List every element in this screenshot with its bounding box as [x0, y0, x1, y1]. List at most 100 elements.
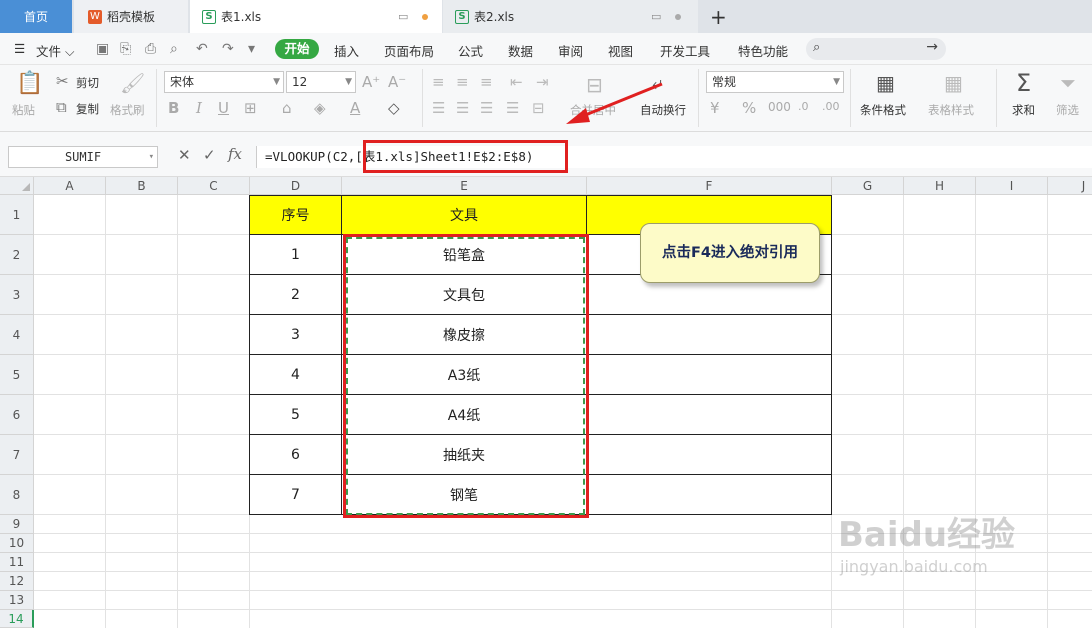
thousands-icon[interactable]: 000 [768, 100, 791, 114]
name-box[interactable]: SUMIF ▾ [8, 146, 158, 168]
increase-font-icon[interactable]: A⁺ [362, 73, 380, 91]
cell-f5[interactable] [587, 355, 832, 395]
clear-eraser-icon[interactable]: ◇ [388, 99, 400, 117]
row-header-6[interactable]: 6 [0, 395, 34, 435]
conditional-format-button[interactable]: 条件格式 [860, 102, 906, 118]
cell-f4[interactable] [587, 315, 832, 355]
row-header-3[interactable]: 3 [0, 275, 34, 315]
currency-icon[interactable]: ¥ [710, 99, 720, 117]
bold-icon[interactable]: B [168, 99, 179, 117]
hamburger-icon[interactable]: ☰ [14, 41, 25, 56]
column-header-d[interactable]: D [250, 177, 342, 195]
row-header-9[interactable]: 9 [0, 515, 34, 534]
close-dot-icon[interactable] [675, 14, 681, 20]
menu-review[interactable]: 审阅 [558, 41, 583, 60]
number-format-select[interactable]: 常规 ▼ [706, 71, 844, 93]
font-size-select[interactable]: 12 ▼ [286, 71, 356, 93]
window-icon[interactable]: ▭ [398, 10, 408, 23]
sum-sigma-icon[interactable]: Σ [1016, 69, 1031, 97]
table-style-icon[interactable]: ▦ [944, 71, 963, 95]
row-header-10[interactable]: 10 [0, 534, 34, 553]
row-header-14[interactable]: 14 [0, 610, 34, 628]
sum-button[interactable]: 求和 [1012, 102, 1035, 118]
quick-access-dropdown-icon[interactable]: ▾ [248, 41, 255, 57]
menu-insert[interactable]: 插入 [334, 41, 359, 60]
conditional-format-icon[interactable]: ▦ [876, 71, 895, 95]
print-icon[interactable]: ⎙ [145, 41, 156, 57]
align-bottom-icon[interactable]: ≡ [480, 73, 493, 91]
menu-formulas[interactable]: 公式 [458, 41, 483, 60]
tab-sheet2-file[interactable]: S 表2.xls ▭ [443, 0, 698, 33]
paste-button[interactable]: 粘贴 [12, 102, 35, 118]
save-icon[interactable]: ▣ [96, 41, 109, 57]
align-right-icon[interactable]: ☰ [480, 99, 493, 117]
confirm-check-icon[interactable]: ✓ [203, 146, 216, 164]
filter-button[interactable]: 筛选 [1056, 102, 1079, 118]
export-icon[interactable]: ⎘ [120, 41, 131, 57]
italic-icon[interactable]: I [196, 99, 202, 117]
cell-d6[interactable]: 5 [249, 395, 342, 435]
align-center-icon[interactable]: ☰ [456, 99, 469, 117]
align-top-icon[interactable]: ≡ [432, 73, 445, 91]
cut-button[interactable]: 剪切 [76, 75, 99, 91]
new-tab-plus-icon[interactable]: + [710, 5, 727, 29]
indent-decrease-icon[interactable]: ⇤ [510, 73, 523, 91]
column-header-b[interactable]: B [106, 177, 178, 195]
cell-d8[interactable]: 7 [249, 475, 342, 515]
align-left-icon[interactable]: ☰ [432, 99, 445, 117]
filter-funnel-icon[interactable]: ⏷ [1060, 71, 1076, 95]
cell-d4[interactable]: 3 [249, 315, 342, 355]
cell-d3[interactable]: 2 [249, 275, 342, 315]
decrease-font-icon[interactable]: A⁻ [388, 73, 406, 91]
column-header-f[interactable]: F [587, 177, 832, 195]
border-icon[interactable]: ⊞ [244, 99, 257, 117]
indent-increase-icon[interactable]: ⇥ [536, 73, 549, 91]
redo-icon[interactable]: ↷ [222, 41, 234, 57]
column-header-g[interactable]: G [832, 177, 904, 195]
increase-decimal-icon[interactable]: .0 [798, 100, 809, 113]
column-header-j[interactable]: J [1048, 177, 1092, 195]
menu-special-features[interactable]: 特色功能 [738, 41, 788, 60]
column-header-e[interactable]: E [342, 177, 587, 195]
format-painter-icon[interactable]: 🖌 [120, 71, 145, 95]
menu-developer[interactable]: 开发工具 [660, 41, 710, 60]
undo-icon[interactable]: ↶ [196, 41, 208, 57]
column-header-h[interactable]: H [904, 177, 976, 195]
cell-d5[interactable]: 4 [249, 355, 342, 395]
column-header-a[interactable]: A [34, 177, 106, 195]
arrow-right-icon[interactable]: → [926, 39, 938, 55]
font-color-icon[interactable]: A [350, 99, 360, 117]
row-header-5[interactable]: 5 [0, 355, 34, 395]
cell-d1[interactable]: 序号 [249, 195, 342, 235]
justify-icon[interactable]: ☰ [506, 99, 519, 117]
tab-docer-templates[interactable]: W 稻壳模板 [74, 0, 188, 33]
row-header-8[interactable]: 8 [0, 475, 34, 515]
underline-icon[interactable]: U [218, 99, 229, 117]
row-header-1[interactable]: 1 [0, 195, 34, 235]
cell-f8[interactable] [587, 475, 832, 515]
align-middle-icon[interactable]: ≡ [456, 73, 469, 91]
row-header-2[interactable]: 2 [0, 235, 34, 275]
menu-view[interactable]: 视图 [608, 41, 633, 60]
fill-color-icon[interactable]: ◈ [314, 99, 326, 117]
file-menu[interactable]: 文件 ⌵ [36, 41, 74, 60]
cell-e1[interactable]: 文具 [342, 195, 587, 235]
row-header-13[interactable]: 13 [0, 591, 34, 610]
menu-page-layout[interactable]: 页面布局 [384, 41, 434, 60]
column-header-c[interactable]: C [178, 177, 250, 195]
insert-function-fx-icon[interactable]: fx [228, 145, 242, 163]
paste-icon[interactable]: 📋 [16, 71, 43, 96]
row-header-7[interactable]: 7 [0, 435, 34, 475]
menu-data[interactable]: 数据 [508, 41, 533, 60]
font-name-select[interactable]: 宋体 ▼ [164, 71, 284, 93]
cancel-x-icon[interactable]: ✕ [178, 146, 191, 164]
decrease-decimal-icon[interactable]: .00 [822, 100, 840, 113]
cell-f6[interactable] [587, 395, 832, 435]
distribute-icon[interactable]: ⊟ [532, 99, 545, 117]
percent-icon[interactable]: % [742, 99, 756, 117]
search-box[interactable]: ⌕ → [806, 38, 946, 60]
cell-d7[interactable]: 6 [249, 435, 342, 475]
row-header-11[interactable]: 11 [0, 553, 34, 572]
select-all-corner[interactable] [0, 177, 34, 195]
tab-sheet1-file[interactable]: S 表1.xls ▭ [190, 0, 442, 33]
